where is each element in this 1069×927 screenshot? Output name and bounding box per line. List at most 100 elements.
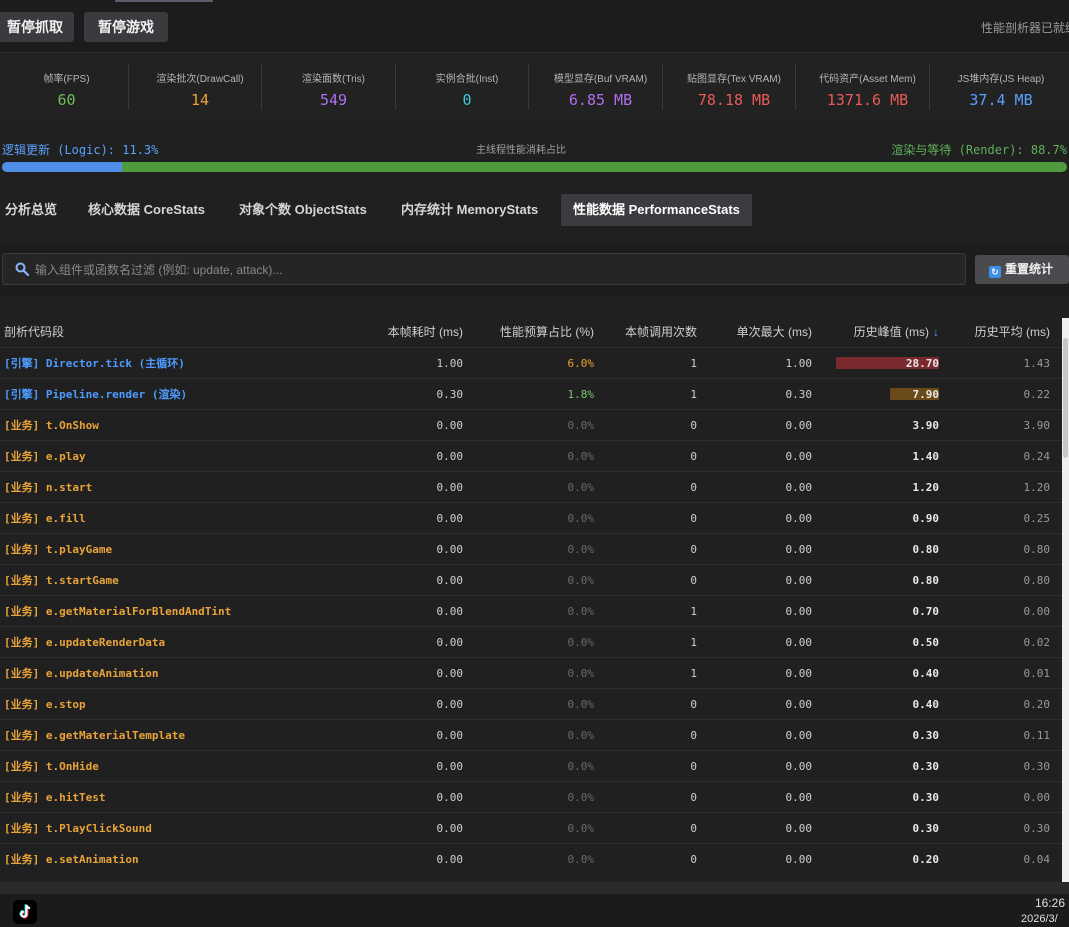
- stat-value: 78.18 MB: [697, 91, 771, 109]
- table-row[interactable]: [业务] n.start 0.00 0.0% 0 0.00 1.20 1.20: [0, 471, 1062, 503]
- cell-max: 0.00: [709, 812, 824, 844]
- cell-calls: 1: [606, 347, 709, 379]
- peak-value: 0.40: [912, 697, 940, 711]
- cell-budget-pct: 0.0%: [475, 409, 606, 441]
- cell-max: 0.00: [709, 626, 824, 658]
- performance-table-container[interactable]: 剖析代码段 本帧耗时 (ms) 性能预算占比 (%) 本帧调用次数 单次最大 (ms) 历…: [0, 316, 1062, 882]
- table-row[interactable]: [引擎] Director.tick (主循环) 1.00 6.0% 1 1.00 28.…: [0, 347, 1062, 379]
- table-row[interactable]: [业务] e.updateAnimation 0.00 0.0% 1 0.00 0.40 0…: [0, 657, 1062, 689]
- cell-peak: 7.90: [824, 378, 951, 410]
- cell-avg: 0.80: [951, 533, 1062, 565]
- stat-card: 渲染批次(DrawCall) 14: [134, 62, 267, 112]
- reset-stats-button[interactable]: ↻ 重置统计: [975, 255, 1069, 284]
- cell-calls: 0: [606, 409, 709, 441]
- cell-avg: 0.00: [951, 781, 1062, 813]
- stat-divider: [127, 64, 129, 110]
- cell-peak: 0.70: [824, 595, 951, 627]
- stats-panel: 帧率(FPS) 60 渲染批次(DrawCall) 14 渲染面数(Tris) 549 实例…: [0, 54, 1069, 120]
- cell-budget-pct: 0.0%: [475, 719, 606, 751]
- column-header-label: 本帧耗时 (ms): [387, 325, 463, 339]
- cell-frame-time: 0.00: [310, 502, 475, 534]
- cell-peak: 1.40: [824, 440, 951, 472]
- cell-avg: 0.02: [951, 626, 1062, 658]
- column-header[interactable]: 本帧调用次数: [606, 316, 709, 348]
- thread-share-panel: 逻辑更新 (Logic): 11.3% 主线程性能消耗占比 渲染与等待 (Ren…: [0, 130, 1069, 180]
- cell-peak: 0.50: [824, 626, 951, 658]
- cell-calls: 0: [606, 564, 709, 596]
- cell-max: 0.00: [709, 843, 824, 874]
- cell-frame-time: 0.00: [310, 595, 475, 627]
- cell-budget-pct: 0.0%: [475, 657, 606, 689]
- scrollbar-thumb[interactable]: [1063, 338, 1068, 458]
- table-row[interactable]: [业务] t.PlayClickSound 0.00 0.0% 0 0.00 0.30 0.…: [0, 812, 1062, 844]
- cell-calls: 0: [606, 502, 709, 534]
- cell-budget-pct: 0.0%: [475, 688, 606, 720]
- peak-value: 0.30: [912, 728, 940, 742]
- cell-name: [业务] t.OnShow: [0, 409, 310, 441]
- cell-frame-time: 0.30: [310, 378, 475, 410]
- search-icon: [15, 262, 29, 276]
- cell-name: [业务] t.playGame: [0, 533, 310, 565]
- table-row[interactable]: [业务] t.OnShow 0.00 0.0% 0 0.00 3.90 3.90: [0, 409, 1062, 441]
- tab-item[interactable]: 核心数据 CoreStats: [76, 194, 217, 226]
- cell-budget-pct: 0.0%: [475, 626, 606, 658]
- stat-label: 模型显存(Buf VRAM): [553, 74, 648, 85]
- cell-avg: 0.22: [951, 378, 1062, 410]
- cell-calls: 1: [606, 595, 709, 627]
- tiktok-icon[interactable]: [13, 900, 37, 924]
- performance-table: 剖析代码段 本帧耗时 (ms) 性能预算占比 (%) 本帧调用次数 单次最大 (ms) 历…: [0, 316, 1062, 874]
- column-header[interactable]: 历史平均 (ms): [951, 316, 1062, 348]
- horizontal-scrollbar[interactable]: [0, 882, 1069, 894]
- table-row[interactable]: [业务] e.setAnimation 0.00 0.0% 0 0.00 0.20 0.04: [0, 843, 1062, 874]
- table-row[interactable]: [业务] e.fill 0.00 0.0% 0 0.00 0.90 0.25: [0, 502, 1062, 534]
- cell-peak: 0.30: [824, 812, 951, 844]
- table-row[interactable]: [引擎] Pipeline.render (渲染) 0.30 1.8% 1 0.30 7.…: [0, 378, 1062, 410]
- pause-capture-button[interactable]: 暂停抓取: [0, 12, 74, 42]
- column-header[interactable]: 剖析代码段: [0, 316, 310, 348]
- tab-item[interactable]: 内存统计 MemoryStats: [389, 194, 550, 226]
- cell-name: [业务] e.getMaterialTemplate: [0, 719, 310, 751]
- column-header[interactable]: 单次最大 (ms): [709, 316, 824, 348]
- table-row[interactable]: [业务] e.getMaterialTemplate 0.00 0.0% 0 0.00 0…: [0, 719, 1062, 751]
- table-row[interactable]: [业务] e.play 0.00 0.0% 0 0.00 1.40 0.24: [0, 440, 1062, 472]
- table-row[interactable]: [业务] t.playGame 0.00 0.0% 0 0.00 0.80 0.80: [0, 533, 1062, 565]
- logic-share-fill: [2, 162, 123, 172]
- vertical-scrollbar[interactable]: [1062, 318, 1069, 882]
- tab-item[interactable]: 对象个数 ObjectStats: [227, 194, 379, 226]
- cell-calls: 1: [606, 626, 709, 658]
- table-row[interactable]: [业务] e.hitTest 0.00 0.0% 0 0.00 0.30 0.00: [0, 781, 1062, 813]
- cell-peak: 3.90: [824, 409, 951, 441]
- tab-item[interactable]: 性能数据 PerformanceStats: [561, 194, 752, 226]
- table-row[interactable]: [业务] e.getMaterialForBlendAndTint 0.00 0.0…: [0, 595, 1062, 627]
- cell-frame-time: 0.00: [310, 626, 475, 658]
- cell-budget-pct: 0.0%: [475, 781, 606, 813]
- peak-value: 0.30: [912, 790, 940, 804]
- clock-date: 2026/3/: [1021, 913, 1058, 925]
- cell-frame-time: 0.00: [310, 471, 475, 503]
- table-row[interactable]: [业务] e.updateRenderData 0.00 0.0% 1 0.00 0.50…: [0, 626, 1062, 658]
- cell-avg: 0.24: [951, 440, 1062, 472]
- cell-peak: 0.40: [824, 688, 951, 720]
- cell-calls: 1: [606, 657, 709, 689]
- table-row[interactable]: [业务] t.OnHide 0.00 0.0% 0 0.00 0.30 0.30: [0, 750, 1062, 782]
- stat-divider: [528, 64, 529, 110]
- cell-budget-pct: 1.8%: [475, 378, 606, 410]
- logic-share-label: 逻辑更新 (Logic): 11.3%: [2, 143, 159, 157]
- column-header[interactable]: 历史峰值 (ms) ↓: [824, 316, 951, 348]
- cell-calls: 0: [606, 533, 709, 565]
- cell-name: [业务] e.play: [0, 440, 310, 472]
- filter-input[interactable]: [33, 254, 957, 286]
- column-header[interactable]: 性能预算占比 (%): [475, 316, 606, 348]
- cell-avg: 0.01: [951, 657, 1062, 689]
- filter-box[interactable]: [2, 253, 966, 286]
- tab-item[interactable]: 分析总览: [0, 194, 69, 226]
- cell-budget-pct: 0.0%: [475, 750, 606, 782]
- cell-max: 0.00: [709, 409, 824, 441]
- pause-game-button[interactable]: 暂停游戏: [84, 12, 168, 42]
- stat-label: JS堆内存(JS Heap): [957, 74, 1045, 85]
- table-row[interactable]: [业务] e.stop 0.00 0.0% 0 0.00 0.40 0.20: [0, 688, 1062, 720]
- refresh-icon: ↻: [989, 266, 1001, 278]
- column-header[interactable]: 本帧耗时 (ms): [310, 316, 475, 348]
- profiler-status-text: 性能剖析器已就绪: [981, 21, 1069, 35]
- table-row[interactable]: [业务] t.startGame 0.00 0.0% 0 0.00 0.80 0.80: [0, 564, 1062, 596]
